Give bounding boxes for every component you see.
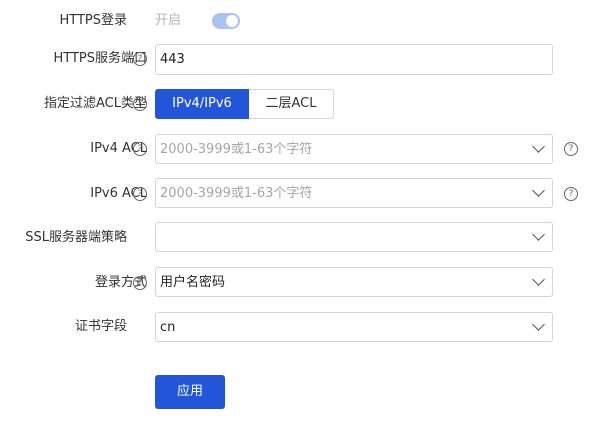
cert-field-label: 证书字段	[74, 319, 127, 334]
cert-field-select[interactable]: cn	[155, 312, 553, 342]
cert-field-value: cn	[160, 320, 176, 335]
chevron-down-icon	[532, 318, 545, 331]
apply-button[interactable]: 应用	[155, 375, 225, 409]
cert-field-row: 证书字段 cn	[0, 0, 613, 350]
